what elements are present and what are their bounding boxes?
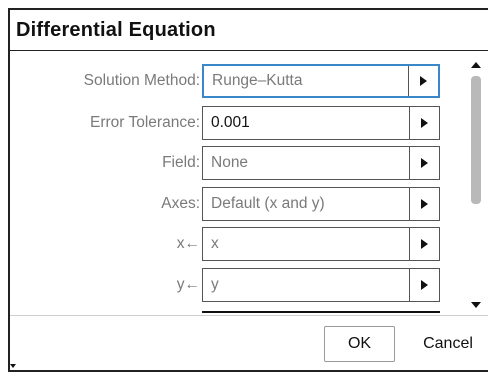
x-variable-field[interactable]: x bbox=[202, 227, 440, 261]
x-variable-arrow-button[interactable] bbox=[409, 228, 439, 260]
y-variable-label: y← bbox=[176, 276, 200, 293]
x-variable-value: x bbox=[211, 235, 219, 252]
scrollbar-thumb[interactable] bbox=[471, 76, 481, 204]
field-dropdown[interactable]: None bbox=[202, 146, 440, 180]
field-value: None bbox=[211, 154, 249, 171]
y-variable-field[interactable]: y bbox=[202, 268, 440, 302]
row-solution-method: Solution Method: Runge–Kutta bbox=[10, 64, 488, 98]
differential-equation-dialog: Differential Equation Solution Method: R… bbox=[8, 8, 488, 372]
axes-dropdown[interactable]: Default (x and y) bbox=[202, 187, 440, 221]
axes-label: Axes: bbox=[161, 195, 200, 212]
row-y-variable: y← y bbox=[10, 268, 488, 302]
triangle-right-icon bbox=[421, 118, 428, 128]
triangle-right-icon bbox=[421, 199, 428, 209]
solution-method-arrow-button[interactable] bbox=[408, 66, 438, 96]
solution-method-value: Runge–Kutta bbox=[212, 72, 303, 89]
y-variable-value: y bbox=[211, 276, 219, 293]
triangle-up-icon[interactable] bbox=[471, 62, 481, 68]
axes-value: Default (x and y) bbox=[211, 195, 325, 212]
resize-corner-icon bbox=[10, 364, 16, 368]
x-variable-label: x← bbox=[176, 235, 200, 252]
dialog-title: Differential Equation bbox=[16, 19, 216, 41]
row-x-variable: x← x bbox=[10, 227, 488, 261]
next-field-edge bbox=[202, 311, 440, 313]
error-tolerance-value: 0.001 bbox=[211, 114, 250, 131]
triangle-right-icon bbox=[420, 76, 427, 86]
button-area-divider bbox=[10, 315, 488, 316]
triangle-down-icon[interactable] bbox=[471, 302, 481, 308]
triangle-right-icon bbox=[421, 158, 428, 168]
ok-button[interactable]: OK bbox=[324, 326, 395, 362]
error-tolerance-field[interactable]: 0.001 bbox=[202, 106, 440, 140]
row-error-tolerance: Error Tolerance: 0.001 bbox=[10, 106, 488, 140]
cancel-button[interactable]: Cancel bbox=[410, 326, 486, 362]
triangle-right-icon bbox=[421, 239, 428, 249]
title-divider bbox=[10, 50, 488, 51]
y-variable-arrow-button[interactable] bbox=[409, 269, 439, 301]
field-arrow-button[interactable] bbox=[409, 147, 439, 179]
row-axes: Axes: Default (x and y) bbox=[10, 187, 488, 221]
solution-method-label: Solution Method: bbox=[83, 72, 200, 89]
triangle-right-icon bbox=[421, 280, 428, 290]
solution-method-dropdown[interactable]: Runge–Kutta bbox=[202, 64, 440, 98]
axes-arrow-button[interactable] bbox=[409, 188, 439, 220]
row-field: Field: None bbox=[10, 146, 488, 180]
error-tolerance-arrow-button[interactable] bbox=[409, 107, 439, 139]
vertical-scrollbar[interactable] bbox=[468, 62, 484, 308]
error-tolerance-label: Error Tolerance: bbox=[90, 114, 200, 131]
field-label: Field: bbox=[162, 154, 200, 171]
